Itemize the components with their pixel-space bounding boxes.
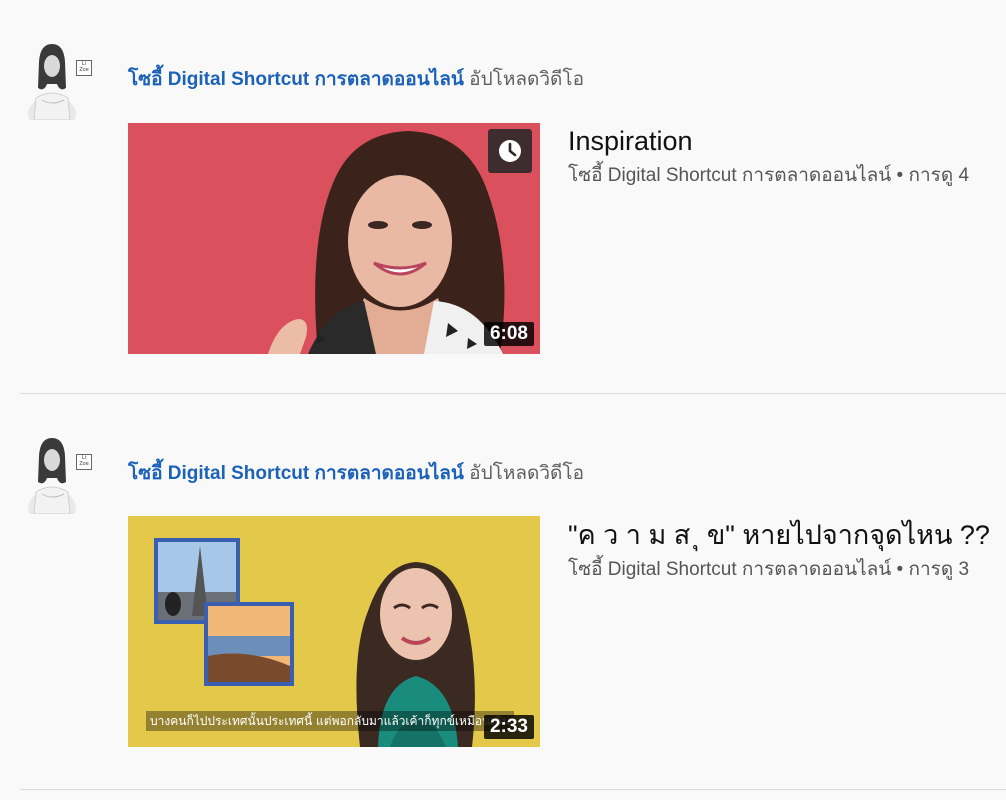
subscription-feed: Li Zoe โซอี้ Digital Shortcut การตลาดออน…: [0, 0, 1006, 800]
activity-header: โซอี้ Digital Shortcut การตลาดออนไลน์ อั…: [128, 462, 584, 486]
badge-text: Li Zoe: [79, 61, 89, 73]
thumbnail-caption: บางคนก็ไปประเทศนั้นประเทศนี้ แต่พอกลับมา…: [146, 711, 515, 731]
channel-avatar[interactable]: [26, 434, 78, 514]
avatar-image: [26, 40, 78, 120]
video-meta: โซอี้ Digital Shortcut การตลาดออนไลน์ • …: [568, 559, 970, 580]
feed-divider: [20, 789, 1006, 790]
thumbnail-image: [128, 123, 540, 354]
channel-avatar[interactable]: [26, 40, 78, 120]
feed-item: Li Zoe โซอี้ Digital Shortcut การตลาดออน…: [0, 0, 1006, 394]
video-duration: 6:08: [483, 322, 534, 346]
channel-badge-icon: Li Zoe: [76, 60, 92, 76]
avatar-image: [26, 434, 78, 514]
watch-later-button[interactable]: [488, 129, 532, 173]
feed-item: Li Zoe โซอี้ Digital Shortcut การตลาดออน…: [0, 394, 1006, 790]
channel-badge-icon: Li Zoe: [76, 454, 92, 470]
video-title-link[interactable]: "ค ว า ม ส ุ ข" หายไปจากจุดไหน ??: [568, 518, 990, 552]
video-thumbnail[interactable]: 6:08: [128, 123, 540, 354]
video-title-link[interactable]: Inspiration: [568, 124, 693, 158]
badge-text: Li Zoe: [79, 455, 89, 467]
video-thumbnail[interactable]: บางคนก็ไปประเทศนั้นประเทศนี้ แต่พอกลับมา…: [128, 516, 540, 747]
video-duration: 2:33: [483, 715, 534, 739]
channel-name-link[interactable]: โซอี้ Digital Shortcut การตลาดออนไลน์: [128, 69, 464, 90]
channel-name-link[interactable]: โซอี้ Digital Shortcut การตลาดออนไลน์: [128, 463, 464, 484]
activity-action: อัปโหลดวิดีโอ: [469, 463, 584, 484]
activity-action: อัปโหลดวิดีโอ: [469, 69, 584, 90]
clock-icon: [499, 140, 521, 162]
activity-header: โซอี้ Digital Shortcut การตลาดออนไลน์ อั…: [128, 68, 584, 92]
video-meta: โซอี้ Digital Shortcut การตลาดออนไลน์ • …: [568, 165, 970, 186]
